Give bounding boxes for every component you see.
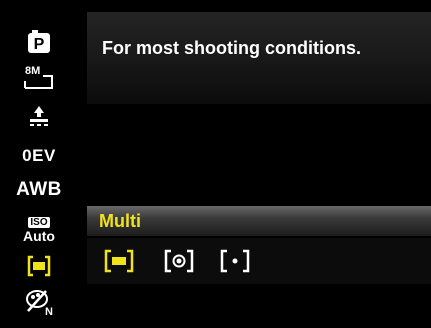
sidebar-item-program-mode[interactable]: P bbox=[0, 24, 78, 60]
sidebar-item-white-balance[interactable]: AWB bbox=[0, 172, 78, 208]
svg-text:N: N bbox=[45, 306, 53, 317]
sidebar-item-color-effect[interactable]: N bbox=[0, 284, 78, 320]
color-effect-icon: N bbox=[26, 290, 53, 317]
iso-badge: ISO bbox=[28, 217, 50, 228]
metering-multi-icon bbox=[104, 249, 134, 273]
sidebar-item-resolution[interactable]: 8M bbox=[0, 58, 78, 94]
metering-option-multi[interactable] bbox=[103, 248, 135, 274]
iso-value: Auto bbox=[23, 228, 55, 244]
quality-icon bbox=[30, 106, 48, 126]
sidebar-item-exposure[interactable]: 0EV bbox=[0, 138, 78, 174]
current-mode-label: Multi bbox=[99, 211, 141, 231]
description-panel: For most shooting conditions. bbox=[87, 12, 431, 104]
metering-option-spot[interactable] bbox=[219, 248, 251, 274]
iso-setting: ISO Auto bbox=[23, 217, 55, 243]
metering-multi-icon bbox=[27, 255, 51, 277]
metering-option-center[interactable] bbox=[163, 248, 195, 274]
main-panel: For most shooting conditions. Multi bbox=[78, 0, 431, 328]
svg-text:8M: 8M bbox=[25, 65, 40, 77]
settings-sidebar: P 8M 0EV AWB ISO Auto N bbox=[0, 0, 78, 328]
metering-options bbox=[87, 238, 431, 284]
current-mode-bar: Multi bbox=[87, 206, 431, 236]
svg-text:P: P bbox=[34, 36, 45, 53]
white-balance-value: AWB bbox=[16, 179, 62, 200]
sidebar-item-iso[interactable]: ISO Auto bbox=[0, 212, 78, 248]
camera-menu-screen: P 8M 0EV AWB ISO Auto N For most shootin… bbox=[0, 0, 431, 328]
exposure-value: 0EV bbox=[22, 146, 56, 165]
metering-center-icon bbox=[164, 249, 194, 273]
description-text: For most shooting conditions. bbox=[102, 38, 361, 58]
metering-spot-icon bbox=[220, 249, 250, 273]
sidebar-item-quality[interactable] bbox=[0, 98, 78, 134]
sidebar-item-metering[interactable] bbox=[0, 248, 78, 284]
program-mode-icon: P bbox=[28, 30, 50, 53]
resolution-8m-icon: 8M bbox=[24, 65, 53, 89]
